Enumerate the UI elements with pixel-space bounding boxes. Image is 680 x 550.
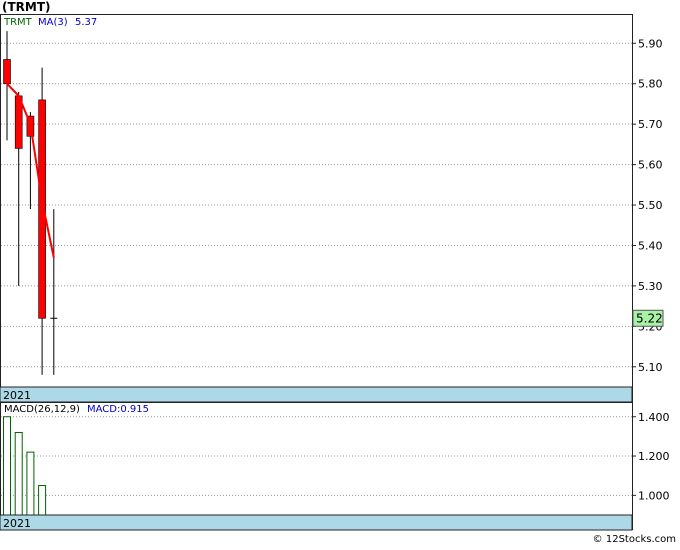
price-tick-label: 5.80 [638, 78, 663, 91]
macd-bar [3, 416, 11, 516]
candle-body [3, 59, 11, 85]
price-panel-frame [0, 14, 633, 403]
legend-ma-value: 5.37 [75, 17, 97, 28]
price-year-band [0, 386, 633, 403]
footer-credit: © 12Stocks.com [593, 534, 676, 545]
legend-symbol: TRMT [3, 17, 33, 28]
macd-year-band [0, 514, 633, 531]
price-tick-label: 5.30 [638, 280, 663, 293]
macd-bar [14, 431, 23, 516]
macd-legend-value: MACD:0.915 [87, 404, 149, 415]
macd-tick-label: 1.400 [638, 411, 670, 424]
macd-bar [26, 451, 35, 516]
price-tick-label: 5.10 [638, 361, 663, 374]
macd-tick-label: 1.000 [638, 489, 670, 502]
price-tick-label: 5.60 [638, 159, 663, 172]
macd-tick-label: 1.200 [638, 450, 670, 463]
price-tick-label: 5.50 [638, 199, 663, 212]
legend-ma-label: MA(3) [38, 17, 68, 28]
macd-panel-frame [0, 402, 633, 530]
chart-title: (TRMT) [2, 0, 51, 14]
macd-year-label: 2021 [3, 517, 31, 530]
stock-chart: 5.10 5.20 5.30 5.40 5.50 5.60 5.70 5.80 5.90 1.0… [0, 0, 680, 546]
price-tick-label: 5.40 [638, 239, 663, 252]
price-tick-label: 5.70 [638, 118, 663, 131]
macd-legend-label: MACD(26,12,9) [4, 404, 80, 415]
macd-bar [38, 485, 47, 516]
last-price-label: 5.22 [636, 311, 663, 325]
price-tick-label: 5.90 [638, 37, 663, 50]
price-year-label: 2021 [3, 389, 31, 402]
chart-canvas: 5.105.205.305.405.505.605.705.805.90 1.0… [0, 0, 680, 546]
